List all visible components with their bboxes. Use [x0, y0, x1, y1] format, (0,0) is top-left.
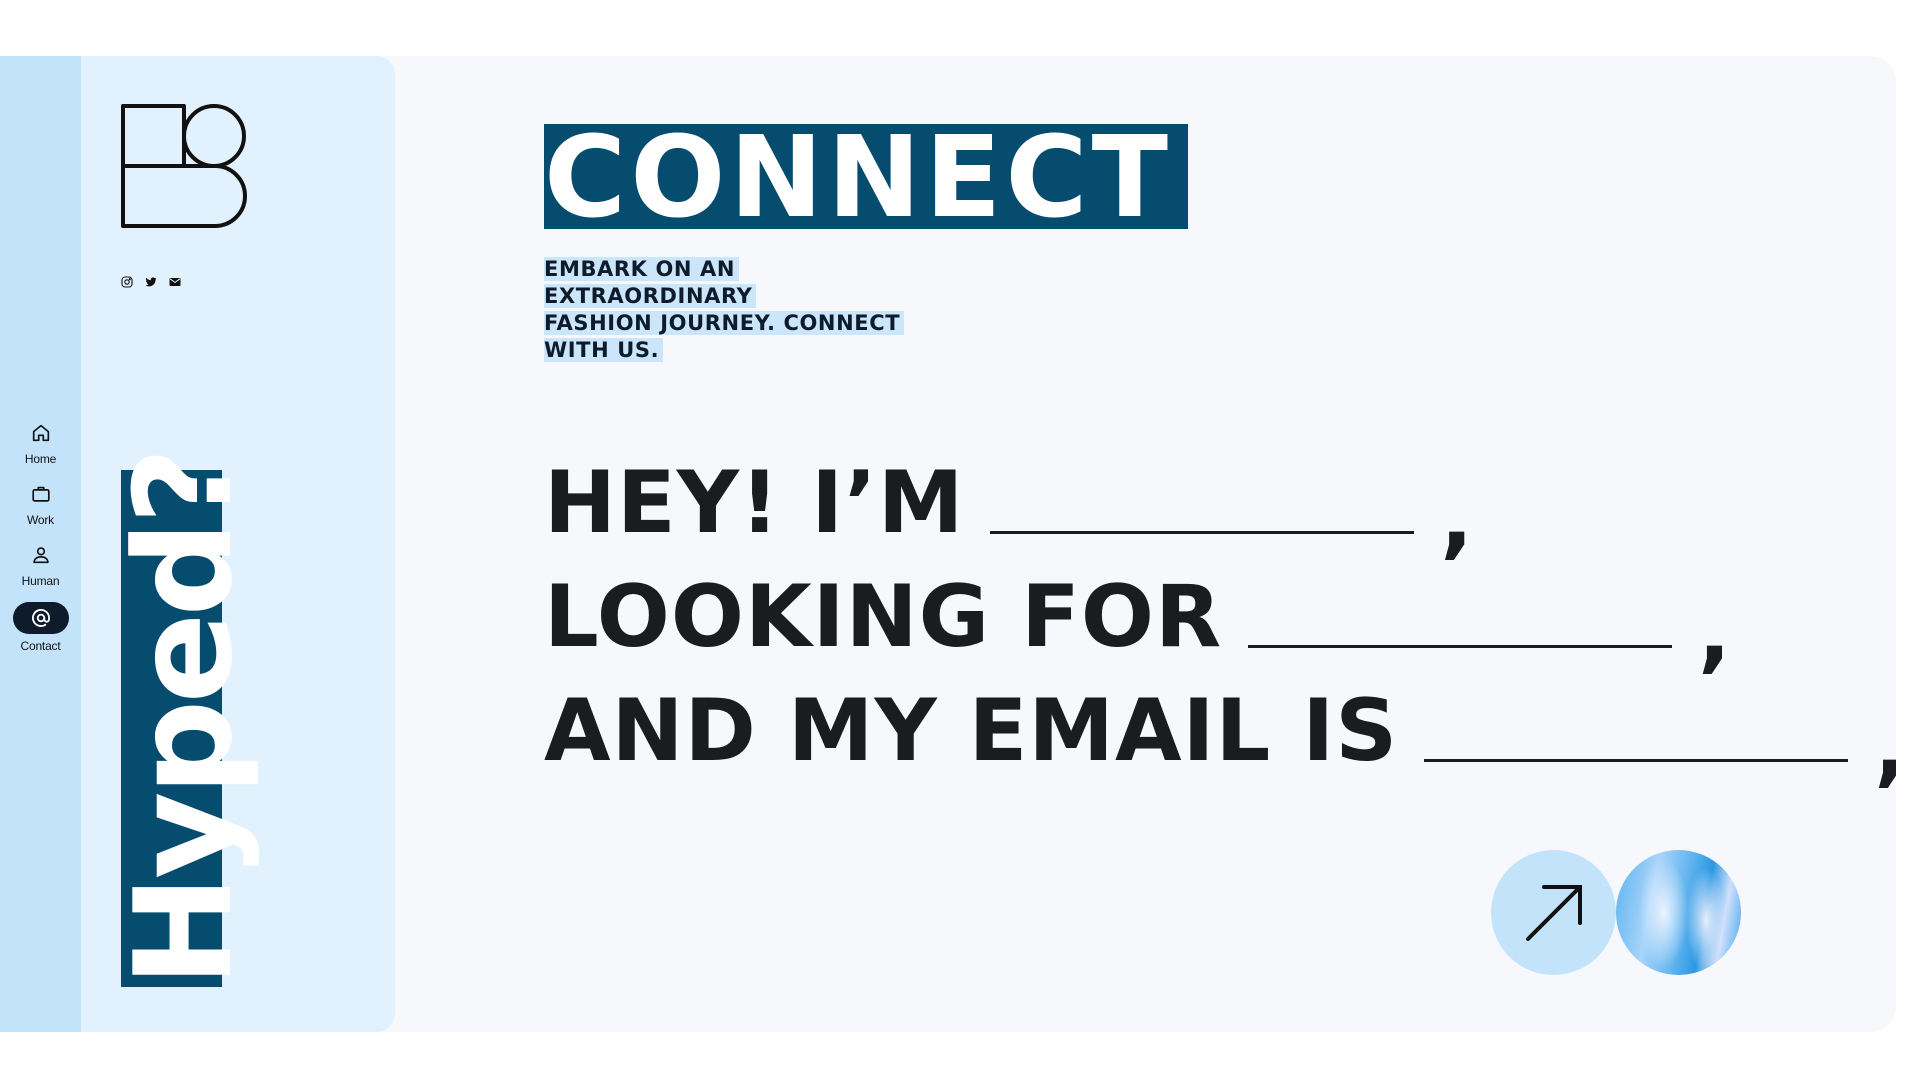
comma: , — [1698, 583, 1732, 683]
form-line-name: HEY! I’M , — [544, 434, 1896, 562]
at-icon — [12, 602, 69, 634]
name-field[interactable] — [990, 504, 1415, 534]
nav-item-contact[interactable]: Contact — [0, 602, 81, 653]
subtitle-line-1: EMBARK ON AN EXTRAORDINARY — [544, 257, 757, 308]
briefcase-icon — [24, 480, 58, 508]
comma: , — [1440, 469, 1475, 569]
nav-item-home[interactable]: Home — [0, 419, 81, 466]
submit-button[interactable] — [1491, 850, 1616, 975]
twitter-icon[interactable] — [145, 276, 157, 288]
comma: , — [1874, 704, 1896, 790]
subtitle-line-2: FASHION JOURNEY. CONNECT — [544, 311, 905, 335]
contact-form: HEY! I’M , LOOKING FOR , AND MY EMAIL IS… — [544, 434, 1896, 790]
nav-rail: Home Work Human Contact — [0, 56, 81, 1032]
b-monogram-logo[interactable] — [121, 104, 247, 230]
email-prompt: AND MY EMAIL IS — [544, 681, 1399, 781]
nav-label-home: Home — [24, 452, 57, 466]
nav-label-contact: Contact — [20, 639, 61, 653]
email-field[interactable] — [1424, 732, 1849, 762]
looking-for-field[interactable] — [1248, 618, 1673, 648]
brand-panel: Hyped? — [81, 56, 395, 1032]
social-links — [121, 276, 181, 288]
looking-for-prompt: LOOKING FOR — [544, 567, 1223, 667]
nav-label-work: Work — [27, 513, 54, 527]
person-icon — [24, 541, 58, 569]
arrow-up-right-icon — [1525, 884, 1582, 941]
mail-icon[interactable] — [169, 276, 181, 288]
instagram-icon[interactable] — [121, 276, 133, 288]
gradient-orb — [1616, 850, 1741, 975]
nav-item-work[interactable]: Work — [0, 480, 81, 527]
page-subtitle: EMBARK ON AN EXTRAORDINARY FASHION JOURN… — [544, 256, 944, 364]
home-icon — [24, 419, 58, 447]
page-title: CONNECT — [544, 124, 1188, 229]
main-nav: Home Work Human Contact — [0, 419, 81, 653]
nav-item-human[interactable]: Human — [0, 541, 81, 588]
form-line-email: AND MY EMAIL IS , — [544, 662, 1896, 790]
hyped-tagline: Hyped? — [106, 451, 262, 987]
form-line-looking-for: LOOKING FOR , — [544, 548, 1896, 676]
nav-label-human: Human — [21, 574, 60, 588]
app-frame: Home Work Human Contact Hyped? CONNECT E… — [0, 56, 1896, 1032]
name-prompt: HEY! I’M — [544, 453, 965, 553]
subtitle-line-3: WITH US. — [544, 338, 664, 362]
